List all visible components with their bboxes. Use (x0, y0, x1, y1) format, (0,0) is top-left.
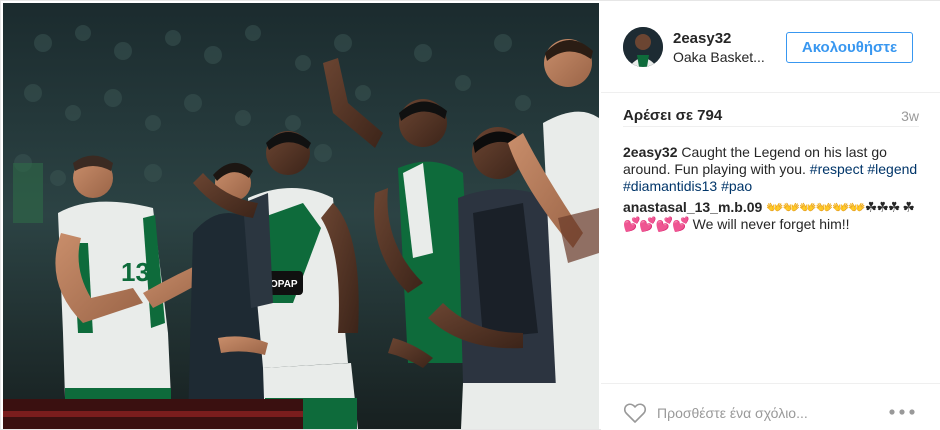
likes-count[interactable]: Αρέσει σε 794 (623, 107, 722, 124)
comments-list: 2easy32 Caught the Legend on his last go… (623, 144, 923, 237)
post-timestamp[interactable]: 3w (901, 108, 919, 124)
hashtag-link[interactable]: #pao (721, 178, 752, 194)
hashtag-link[interactable]: #diamantidis13 (623, 178, 717, 194)
comment-text: We will never forget him!! (692, 216, 850, 232)
add-comment-input[interactable] (657, 403, 887, 423)
jersey-sponsor: OPAP (270, 279, 298, 290)
hashtag-link[interactable]: #respect (810, 161, 864, 177)
post-footer (601, 383, 940, 430)
caption-username[interactable]: 2easy32 (623, 144, 678, 160)
likes-row: Αρέσει σε 794 3w (623, 105, 919, 127)
instagram-post: 13 OPAP 2easy32 Oaka Basket... Ακολουθήσ… (0, 0, 940, 430)
jersey-number: 13 (121, 257, 150, 287)
post-photo[interactable]: 13 OPAP (3, 3, 599, 429)
post-location[interactable]: Oaka Basket... (673, 49, 773, 65)
comment-username[interactable]: anastasal_13_m.b.09 (623, 199, 762, 215)
post-header: 2easy32 Oaka Basket... Ακολουθήστε (601, 1, 940, 93)
post-side-panel: 2easy32 Oaka Basket... Ακολουθήστε Αρέσε… (601, 1, 940, 430)
comment-item: anastasal_13_m.b.09 👐👐👐👐👐👐☘☘☘ ☘💕💕💕💕 We w… (623, 199, 923, 233)
basketball-photo-illustration: 13 OPAP (3, 3, 599, 429)
avatar-image (623, 27, 663, 67)
hashtag-link[interactable]: #legend (867, 161, 917, 177)
caption: 2easy32 Caught the Legend on his last go… (623, 144, 923, 195)
author-avatar[interactable] (623, 27, 663, 67)
author-username[interactable]: 2easy32 (673, 30, 731, 47)
heart-icon[interactable] (623, 402, 647, 424)
more-options-icon[interactable] (887, 404, 917, 420)
follow-button[interactable]: Ακολουθήστε (786, 32, 913, 63)
